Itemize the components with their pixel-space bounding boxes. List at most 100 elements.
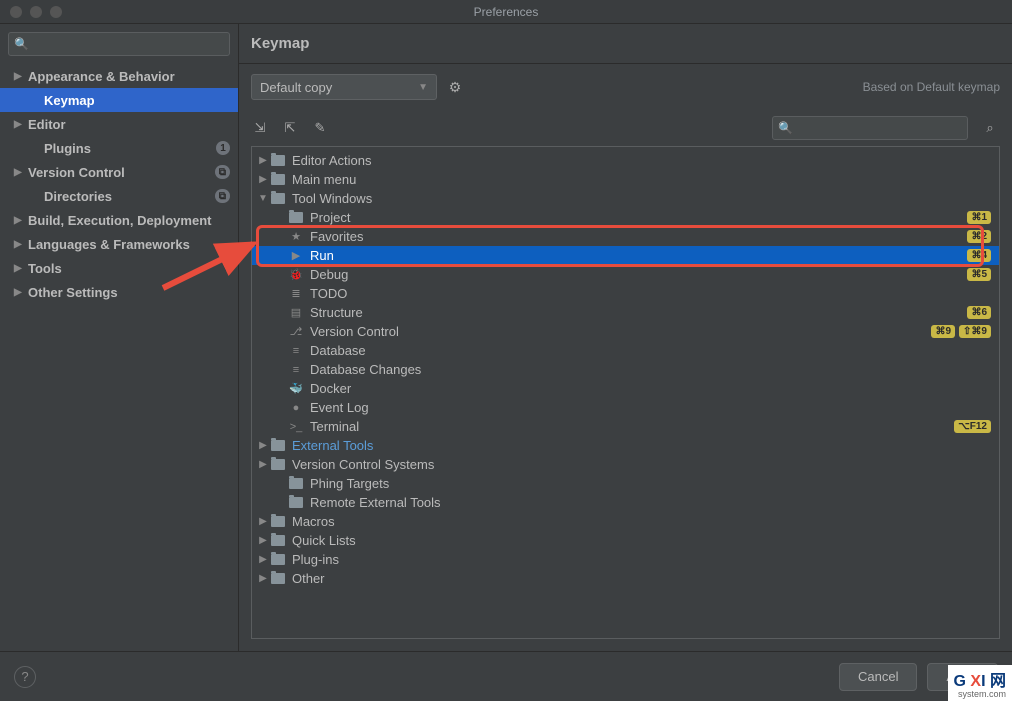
tree-label: Version Control bbox=[310, 324, 927, 339]
window-title: Preferences bbox=[474, 5, 539, 19]
chevron-icon: ▶ bbox=[14, 71, 28, 82]
tree-row-project[interactable]: Project ⌘1 bbox=[252, 208, 999, 227]
sidebar-item-label: Version Control bbox=[28, 165, 215, 180]
folder-icon bbox=[270, 191, 286, 207]
chevron-icon: ▶ bbox=[14, 287, 28, 298]
db-icon: ≡ bbox=[288, 343, 304, 359]
log-icon: ● bbox=[288, 400, 304, 416]
tree-row-debug[interactable]: 🐞Debug⌘5 bbox=[252, 265, 999, 284]
tree-row-plug-ins[interactable]: ▶ Plug-ins bbox=[252, 550, 999, 569]
tree-label: Other bbox=[292, 571, 991, 586]
sidebar-item-tools[interactable]: ▶Tools bbox=[0, 256, 238, 280]
cancel-button[interactable]: Cancel bbox=[839, 663, 917, 691]
chevron-down-icon: ▼ bbox=[418, 82, 428, 93]
tree-row-main-menu[interactable]: ▶Main menu bbox=[252, 170, 999, 189]
tree-toolbar: ⇲ ⇱ ✎ 🔍 ⌕ bbox=[239, 110, 1012, 146]
watermark: G XI 网 system.com bbox=[948, 665, 1012, 701]
shortcut-badge: ⌘1 bbox=[967, 211, 991, 224]
sidebar-item-label: Plugins bbox=[44, 141, 216, 156]
tree-label: Phing Targets bbox=[310, 476, 991, 491]
tree-label: Project bbox=[310, 210, 963, 225]
tree-label: Debug bbox=[310, 267, 963, 282]
sidebar-item-appearance-behavior[interactable]: ▶Appearance & Behavior bbox=[0, 64, 238, 88]
star-icon: ★ bbox=[288, 229, 304, 245]
tree-row-other[interactable]: ▶Other bbox=[252, 569, 999, 588]
window-controls bbox=[0, 6, 62, 18]
search-icon: 🔍 bbox=[14, 37, 29, 51]
sidebar-item-label: Tools bbox=[28, 261, 230, 276]
scheme-dropdown[interactable]: Default copy ▼ bbox=[251, 74, 437, 100]
tree-row-database[interactable]: ≡Database bbox=[252, 341, 999, 360]
gear-icon[interactable]: ⚙ bbox=[445, 77, 465, 97]
folder-icon bbox=[270, 153, 286, 169]
find-action-icon[interactable]: ⌕ bbox=[980, 118, 1000, 138]
sidebar-search-input[interactable] bbox=[8, 32, 230, 56]
sidebar-item-keymap[interactable]: Keymap bbox=[0, 88, 238, 112]
tree-row-external-tools[interactable]: ▶External Tools bbox=[252, 436, 999, 455]
tree-label: Terminal bbox=[310, 419, 950, 434]
sidebar-item-version-control[interactable]: ▶Version Control⧉ bbox=[0, 160, 238, 184]
folder-icon bbox=[270, 457, 286, 473]
folder-icon bbox=[270, 514, 286, 530]
sidebar-item-other-settings[interactable]: ▶Other Settings bbox=[0, 280, 238, 304]
folder-icon bbox=[288, 495, 304, 511]
folder-icon bbox=[270, 438, 286, 454]
chevron-icon: ▶ bbox=[14, 119, 28, 130]
tree-row-structure[interactable]: ▤Structure⌘6 bbox=[252, 303, 999, 322]
shortcut-badge: ⌘6 bbox=[967, 306, 991, 319]
sidebar-item-build-execution-deployment[interactable]: ▶Build, Execution, Deployment bbox=[0, 208, 238, 232]
tree-row-run[interactable]: ▶Run⌘4 bbox=[252, 246, 999, 265]
tree-row-docker[interactable]: 🐳Docker bbox=[252, 379, 999, 398]
chevron-icon: ▶ bbox=[256, 554, 270, 565]
folder-icon bbox=[270, 172, 286, 188]
expand-all-icon[interactable]: ⇲ bbox=[251, 119, 269, 137]
footer: ? Cancel Apply bbox=[0, 651, 1012, 701]
tree-row-phing-targets[interactable]: Phing Targets bbox=[252, 474, 999, 493]
minimize-icon[interactable] bbox=[30, 6, 42, 18]
tree-row-macros[interactable]: ▶Macros bbox=[252, 512, 999, 531]
sidebar-item-directories[interactable]: Directories⧉ bbox=[0, 184, 238, 208]
zoom-icon[interactable] bbox=[50, 6, 62, 18]
tree-row-version-control-systems[interactable]: ▶ Version Control Systems bbox=[252, 455, 999, 474]
tree-label: Editor Actions bbox=[292, 153, 991, 168]
badge: ⧉ bbox=[215, 165, 230, 179]
vcs-icon: ⎇ bbox=[288, 324, 304, 340]
tree-row-terminal[interactable]: >_ Terminal ⌥F12 bbox=[252, 417, 999, 436]
sidebar-item-languages-frameworks[interactable]: ▶Languages & Frameworks bbox=[0, 232, 238, 256]
debug-icon: 🐞 bbox=[288, 267, 304, 283]
tree-row-database-changes[interactable]: ≡Database Changes bbox=[252, 360, 999, 379]
sidebar-item-label: Keymap bbox=[44, 93, 230, 108]
tree-label: Plug-ins bbox=[292, 552, 991, 567]
tree-row-editor-actions[interactable]: ▶Editor Actions bbox=[252, 151, 999, 170]
tree-row-quick-lists[interactable]: ▶Quick Lists bbox=[252, 531, 999, 550]
chevron-icon: ▶ bbox=[14, 263, 28, 274]
chevron-icon: ▶ bbox=[256, 516, 270, 527]
chevron-icon: ▶ bbox=[14, 239, 28, 250]
tree-row-event-log[interactable]: ●Event Log bbox=[252, 398, 999, 417]
close-icon[interactable] bbox=[10, 6, 22, 18]
tree-label: Version Control Systems bbox=[292, 457, 991, 472]
sidebar-item-plugins[interactable]: Plugins1 bbox=[0, 136, 238, 160]
folder-icon bbox=[288, 210, 304, 226]
keymap-tree[interactable]: ▶Editor Actions▶Main menu▼Tool WindowsPr… bbox=[251, 146, 1000, 639]
sidebar-item-label: Other Settings bbox=[28, 285, 230, 300]
help-icon[interactable]: ? bbox=[14, 666, 36, 688]
edit-icon[interactable]: ✎ bbox=[311, 119, 329, 137]
sidebar-item-editor[interactable]: ▶Editor bbox=[0, 112, 238, 136]
sidebar-nav: ▶Appearance & BehaviorKeymap▶EditorPlugi… bbox=[0, 64, 238, 651]
tree-row-favorites[interactable]: ★Favorites⌘2 bbox=[252, 227, 999, 246]
folder-icon bbox=[288, 476, 304, 492]
search-icon: 🔍 bbox=[778, 121, 793, 135]
chevron-icon: ▶ bbox=[14, 167, 28, 178]
chevron-icon: ▶ bbox=[256, 459, 270, 470]
tree-label: Main menu bbox=[292, 172, 991, 187]
tree-row-remote-external-tools[interactable]: Remote External Tools bbox=[252, 493, 999, 512]
tree-row-todo[interactable]: ≣TODO bbox=[252, 284, 999, 303]
tree-row-version-control[interactable]: ⎇Version Control⌘9⇧⌘9 bbox=[252, 322, 999, 341]
shortcut-badge: ⌥F12 bbox=[954, 420, 991, 433]
filter-input[interactable] bbox=[772, 116, 968, 140]
collapse-all-icon[interactable]: ⇱ bbox=[281, 119, 299, 137]
folder-icon bbox=[270, 552, 286, 568]
term-icon: >_ bbox=[288, 419, 304, 435]
tree-row-tool-windows[interactable]: ▼Tool Windows bbox=[252, 189, 999, 208]
